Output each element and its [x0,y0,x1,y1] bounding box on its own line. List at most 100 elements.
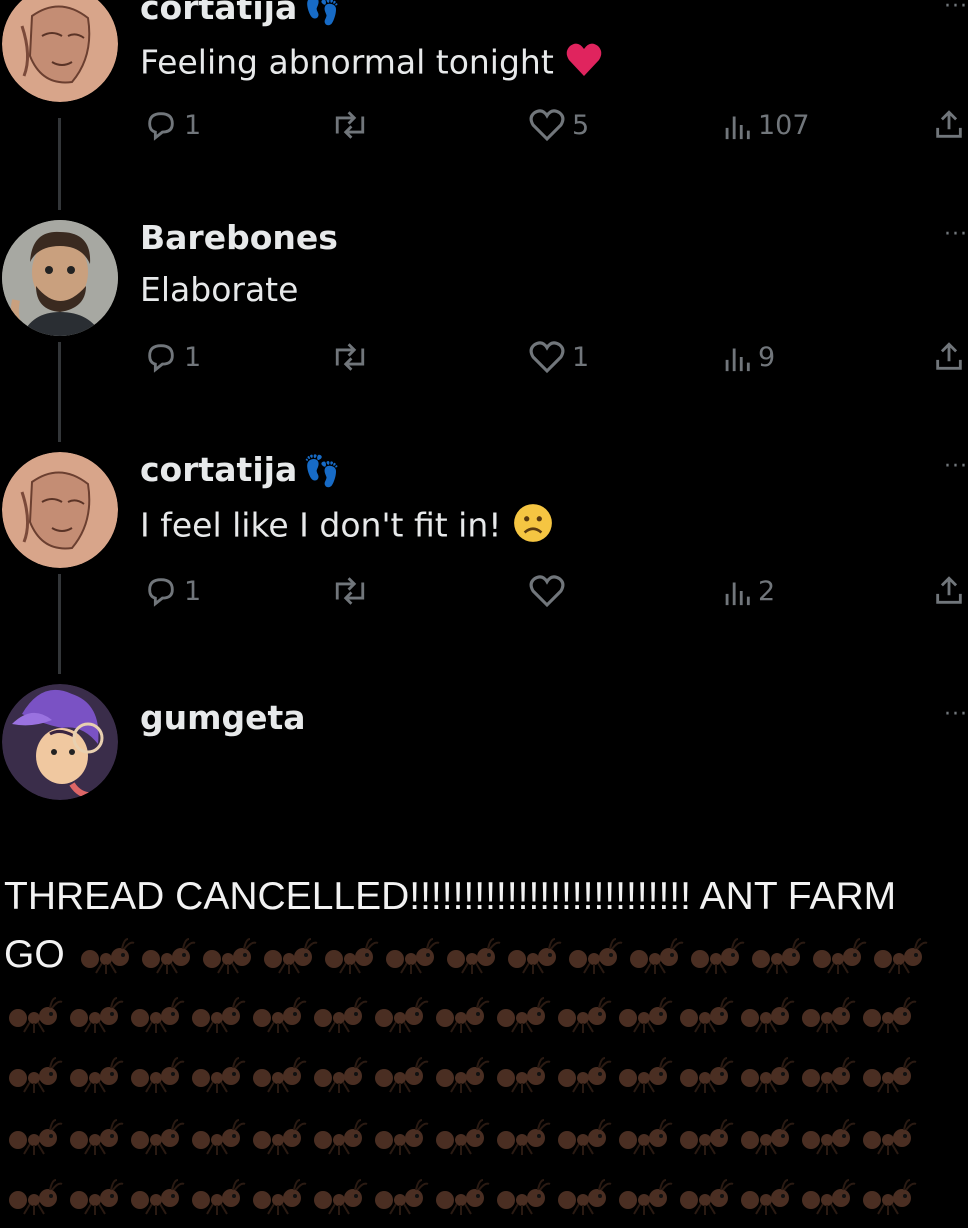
heart-icon [529,341,565,374]
ant-emoji [614,1057,675,1093]
ant-emoji-row [4,1118,919,1168]
ant-emoji [675,1179,736,1215]
reply-icon [148,344,174,373]
like-count: 1 [572,341,590,373]
repost-icon [335,577,365,605]
share-button[interactable] [932,574,966,608]
views-button[interactable]: 9 [722,340,775,374]
avatar-cortatija[interactable] [2,452,118,568]
ant-emoji [126,997,187,1033]
more-options-icon[interactable]: ··· [944,702,968,727]
footprints-icon: 👣 [303,454,341,489]
ant-emoji [675,997,736,1033]
reply-button[interactable]: 1 [144,574,201,608]
ant-emoji [869,933,930,976]
like-button[interactable] [528,574,572,608]
post-username[interactable]: Barebones [140,218,338,257]
more-options-icon[interactable]: ··· [944,222,968,247]
ant-emoji [736,1057,797,1093]
views-button[interactable]: 107 [722,108,810,142]
reply-button[interactable]: 1 [144,108,201,142]
ant-emoji [553,1119,614,1155]
like-button[interactable]: 5 [528,108,589,142]
ant-emoji [614,1119,675,1155]
ant-emoji [248,1057,309,1093]
views-count: 9 [758,341,776,373]
heart-icon [529,575,565,608]
views-icon [725,348,750,372]
post-username[interactable]: cortatija 👣 [140,0,341,27]
ant-emoji [797,1119,858,1155]
ant-emoji [797,1057,858,1093]
repost-button[interactable] [330,108,370,142]
ant-emoji [65,1119,126,1155]
more-options-icon[interactable]: ··· [944,454,968,479]
more-options-icon[interactable]: ··· [944,0,968,19]
thread-connector [58,342,61,442]
like-button[interactable]: 1 [528,340,589,374]
reply-count: 1 [184,341,202,373]
ant-emoji [4,1119,65,1155]
ant-emoji-row [4,1056,919,1106]
repost-button[interactable] [330,574,370,608]
ant-emoji [4,1057,65,1093]
ant-emoji [431,997,492,1033]
ant-emoji [370,1057,431,1093]
ant-emoji [553,997,614,1033]
ant-emoji [747,933,808,976]
ant-emoji [259,933,320,976]
post-username[interactable]: cortatija 👣 [140,450,341,489]
ant-emoji [320,933,381,976]
share-button[interactable] [932,108,966,142]
ant-emoji [198,933,259,976]
ant-emoji [503,933,564,976]
ant-emoji [431,1057,492,1093]
ant-emoji [442,933,503,976]
avatar-cortatija[interactable] [2,0,118,102]
share-icon [936,576,962,604]
ant-emoji [553,1179,614,1215]
post-text: Elaborate [140,270,299,309]
post-username[interactable]: gumgeta [140,698,306,737]
share-icon [936,110,962,138]
ant-emoji [370,1179,431,1215]
share-button[interactable] [932,340,966,374]
repost-icon [335,343,365,371]
ant-emoji [492,997,553,1033]
views-icon [725,582,750,606]
caption-go-text: GO [4,933,65,976]
avatar-barebones[interactable] [2,220,118,336]
ant-emoji [65,997,126,1033]
ant-emoji [431,1119,492,1155]
ant-emoji [187,997,248,1033]
ant-emoji [137,933,198,976]
post-actions: 1 5 107 [140,108,968,148]
post-text: I feel like I don't fit in! [140,502,554,552]
avatar-gumgeta[interactable] [2,684,118,800]
ant-emoji [76,933,137,976]
share-icon [936,342,962,370]
heart-icon [529,109,565,142]
ant-emoji [431,1179,492,1215]
repost-button[interactable] [330,340,370,374]
ant-emoji [492,1119,553,1155]
meme-caption: THREAD CANCELLED!!!!!!!!!!!!!!!!!!!!!!!!… [4,868,968,984]
like-count: 5 [572,109,590,141]
thread-connector [58,118,61,210]
ant-emoji [858,997,919,1033]
ant-emoji [309,1057,370,1093]
ant-emoji [858,1179,919,1215]
ant-emoji [248,1179,309,1215]
ant-emoji [808,933,869,976]
thread-connector [58,574,61,674]
reply-button[interactable]: 1 [144,340,201,374]
ant-emoji [858,1057,919,1093]
post-actions: 1 2 [140,574,968,614]
views-button[interactable]: 2 [722,574,775,608]
ant-emoji [736,997,797,1033]
ant-emoji [126,1057,187,1093]
views-count: 107 [758,109,810,141]
red-heart-emoji [564,40,604,88]
ant-emoji [248,997,309,1033]
ant-emoji-row [4,1178,919,1228]
